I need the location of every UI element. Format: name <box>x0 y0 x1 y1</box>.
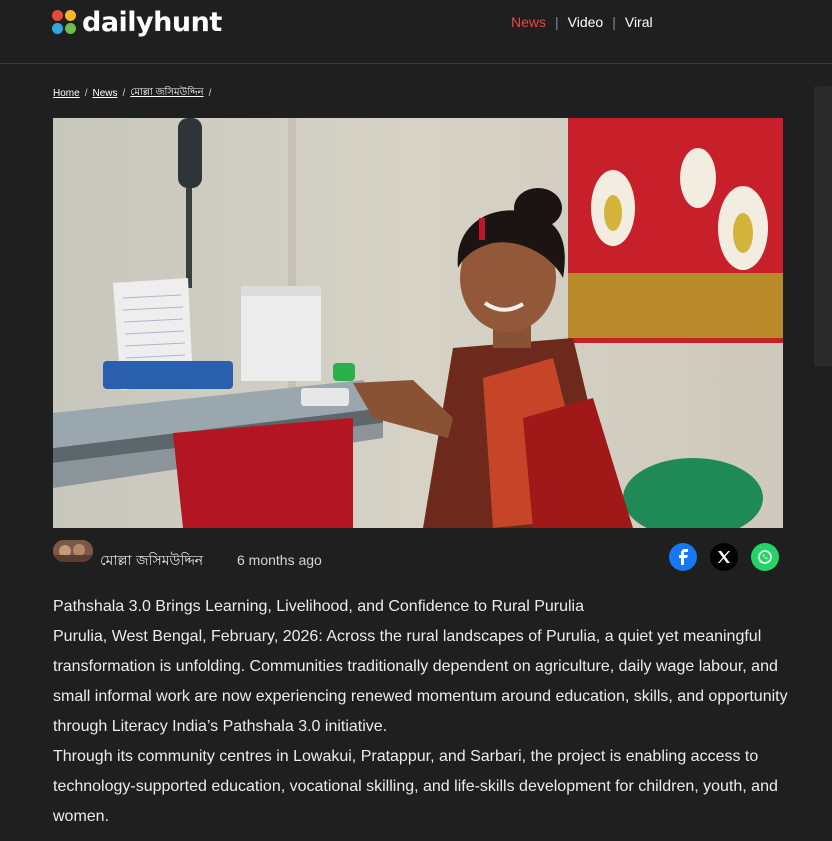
breadcrumb: Home / News / মোল্লা জসিমউদ্দিন / <box>53 85 216 102</box>
article-hero-image <box>53 118 783 528</box>
site-header: dailyhunt News | Video | Viral <box>0 0 832 64</box>
article-meta: মোল্লা জসিমউদ্দিন 6 months ago <box>53 540 783 574</box>
whatsapp-icon <box>758 550 772 564</box>
facebook-icon <box>679 549 688 565</box>
top-nav: News | Video | Viral <box>511 14 653 30</box>
nav-separator: | <box>555 14 559 30</box>
published-time: 6 months ago <box>237 552 322 568</box>
author-avatar[interactable] <box>53 540 93 562</box>
x-icon <box>718 551 730 563</box>
share-facebook-button[interactable] <box>669 543 697 571</box>
breadcrumb-news[interactable]: News <box>92 88 117 99</box>
dailyhunt-logo[interactable]: dailyhunt <box>52 6 222 38</box>
breadcrumb-author[interactable]: মোল্লা জসিমউদ্দিন <box>130 85 203 102</box>
nav-item-viral[interactable]: Viral <box>625 14 653 30</box>
breadcrumb-home[interactable]: Home <box>53 88 80 99</box>
logo-mark-icon <box>52 10 76 34</box>
avatar-image <box>53 540 93 562</box>
brand-name: dailyhunt <box>82 6 222 38</box>
author-name[interactable]: মোল্লা জসিমউদ্দিন <box>100 549 203 573</box>
share-x-button[interactable] <box>710 543 738 571</box>
hero-photo <box>53 118 783 528</box>
article-body: Pathshala 3.0 Brings Learning, Livelihoo… <box>53 592 793 832</box>
nav-separator: | <box>612 14 616 30</box>
breadcrumb-separator: / <box>208 88 212 99</box>
article-paragraph: Purulia, West Bengal, February, 2026: Ac… <box>53 628 788 735</box>
nav-item-video[interactable]: Video <box>568 14 604 30</box>
article-headline: Pathshala 3.0 Brings Learning, Livelihoo… <box>53 598 585 615</box>
breadcrumb-separator: / <box>122 88 126 99</box>
breadcrumb-separator: / <box>84 88 88 99</box>
article-paragraph: Through its community centres in Lowakui… <box>53 748 778 825</box>
share-whatsapp-button[interactable] <box>751 543 779 571</box>
nav-item-news[interactable]: News <box>511 14 546 30</box>
page-scrollbar[interactable] <box>814 86 832 366</box>
